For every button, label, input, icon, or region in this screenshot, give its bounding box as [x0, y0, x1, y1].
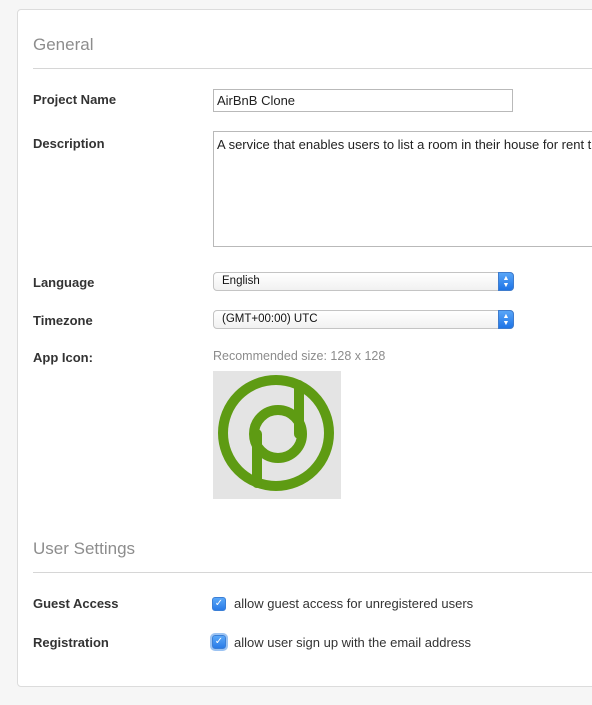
app-logo-icon — [218, 375, 334, 491]
registration-label: Registration — [33, 635, 109, 650]
checkmark-icon: ✓ — [214, 598, 224, 609]
select-arrows-icon: ▲ ▼ — [498, 310, 514, 329]
timezone-select[interactable]: (GMT+00:00) UTC ▲ ▼ — [213, 310, 514, 329]
checkmark-icon: ✓ — [214, 636, 224, 647]
description-label: Description — [33, 136, 105, 151]
app-icon-label: App Icon: — [33, 350, 93, 365]
user-settings-divider — [33, 572, 592, 573]
registration-checkbox-label[interactable]: allow user sign up with the email addres… — [234, 635, 471, 650]
description-textarea[interactable]: A service that enables users to list a r… — [213, 131, 592, 247]
general-section-title: General — [33, 35, 94, 54]
app-icon-size-hint: Recommended size: 128 x 128 — [213, 349, 386, 363]
general-divider — [33, 68, 592, 69]
guest-access-checkbox-label[interactable]: allow guest access for unregistered user… — [234, 596, 473, 611]
select-arrows-icon: ▲ ▼ — [498, 272, 514, 291]
guest-access-label: Guest Access — [33, 596, 119, 611]
registration-checkbox[interactable]: ✓ — [212, 635, 226, 649]
language-select-value: English — [222, 275, 260, 287]
language-label: Language — [33, 275, 95, 290]
timezone-label: Timezone — [33, 313, 93, 328]
project-name-label: Project Name — [33, 92, 117, 107]
project-name-input[interactable] — [213, 89, 513, 112]
user-settings-section-title: User Settings — [33, 539, 136, 558]
guest-access-checkbox[interactable]: ✓ — [212, 597, 226, 611]
timezone-select-value: (GMT+00:00) UTC — [222, 313, 318, 325]
app-icon-image[interactable] — [213, 371, 341, 499]
language-select[interactable]: English ▲ ▼ — [213, 272, 514, 291]
